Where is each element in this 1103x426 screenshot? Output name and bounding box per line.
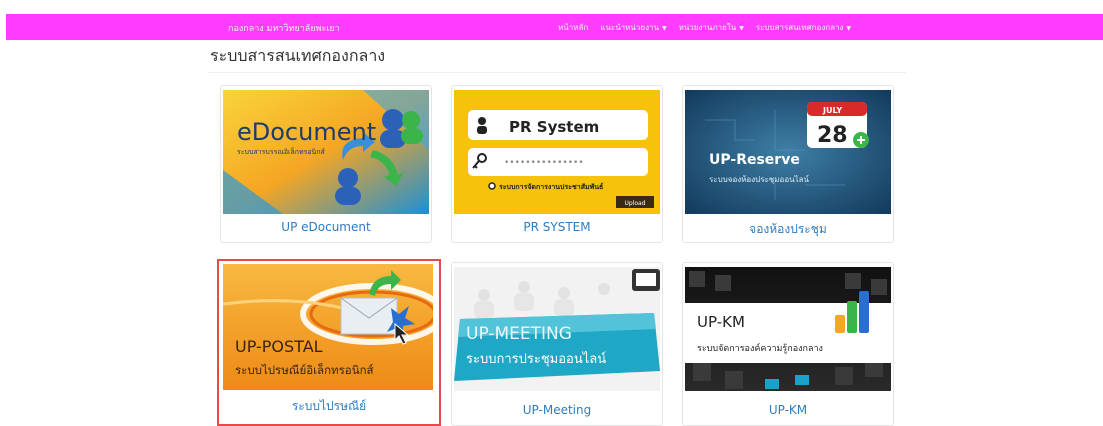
nav-item-label: หน้าหลัก <box>558 23 589 32</box>
nav-item-internal-units[interactable]: หน่วยงานภายใน ▼ <box>679 21 744 34</box>
divider <box>208 72 906 73</box>
password-mask: ••••••••••••••• <box>504 158 584 168</box>
card-label[interactable]: UP-Meeting <box>452 403 662 417</box>
calendar-icon: JULY 28 <box>807 102 869 148</box>
meeting-subtitle: ระบบการประชุมออนไลน์ <box>466 351 606 367</box>
up-reserve-thumbnail: JULY 28 UP-Reserve ระบบจองห้องประชุมออนไ… <box>685 90 891 214</box>
reserve-subtitle: ระบบจองห้องประชุมออนไลน์ <box>709 174 810 184</box>
card-label[interactable]: UP eDocument <box>221 220 431 234</box>
up-meeting-thumbnail: UP-MEETING ระบบการประชุมออนไลน์ <box>454 267 660 391</box>
edocument-thumbnail: eDocument ระบบสารบรรณอิเล็กทรอนิกส์ <box>223 90 429 214</box>
top-navbar: กองกลาง มหาวิทยาลัยพะเยา หน้าหลัก แนะนำห… <box>6 14 1103 40</box>
card-up-reserve[interactable]: JULY 28 UP-Reserve ระบบจองห้องประชุมออนไ… <box>682 85 894 243</box>
postal-subtitle: ระบบไปรษณีย์อิเล็กทรอนิกส์ <box>235 362 374 377</box>
pr-upload-button: Upload <box>624 200 645 207</box>
card-up-postal[interactable]: UP-POSTAL ระบบไปรษณีย์อิเล็กทรอนิกส์ ระบ… <box>217 259 441 426</box>
km-subtitle: ระบบจัดการองค์ความรู้กองกลาง <box>697 342 823 354</box>
navbar-menu: หน้าหลัก แนะนำหน่วยงาน ▼ หน่วยงานภายใน ▼ ร… <box>558 21 851 34</box>
nav-item-label: หน่วยงานภายใน <box>678 23 737 32</box>
reserve-heading: UP-Reserve <box>709 152 800 168</box>
edocument-heading: eDocument <box>237 118 376 146</box>
card-up-meeting[interactable]: UP-MEETING ระบบการประชุมออนไลน์ UP-Meeti… <box>451 262 663 426</box>
nav-item-label: ระบบสารสนเทศกองกลาง <box>755 23 844 32</box>
postal-heading: UP-POSTAL <box>235 337 323 356</box>
caret-down-icon: ▼ <box>846 25 851 32</box>
card-label[interactable]: ระบบไปรษณีย์ <box>219 397 439 416</box>
up-km-thumbnail: UP-KM ระบบจัดการองค์ความรู้กองกลาง <box>685 267 891 391</box>
laptop-icon <box>632 269 660 291</box>
edocument-subtitle: ระบบสารบรรณอิเล็กทรอนิกส์ <box>237 147 326 156</box>
pr-caption: ระบบการจัดการงานประชาสัมพันธ์ <box>499 182 603 191</box>
card-pr-system[interactable]: PR System ••••••••••••••• ระบบการจัดการง… <box>451 85 663 243</box>
calendar-month: JULY <box>822 106 842 115</box>
caret-down-icon: ▼ <box>661 25 667 32</box>
meeting-heading: UP-MEETING <box>466 324 572 344</box>
envelope-icon <box>340 297 398 335</box>
pr-heading: PR System <box>509 118 599 136</box>
nav-item-label: แนะนำหน่วยงาน <box>600 23 659 32</box>
card-edocument[interactable]: eDocument ระบบสารบรรณอิเล็กทรอนิกส์ UP e… <box>220 85 432 243</box>
caret-down-icon: ▼ <box>739 25 744 32</box>
nav-item-home[interactable]: หน้าหลัก <box>558 21 588 34</box>
card-label[interactable]: PR SYSTEM <box>452 220 662 234</box>
card-label[interactable]: UP-KM <box>683 403 893 417</box>
card-label[interactable]: จองห้องประชุม <box>683 220 893 239</box>
km-heading: UP-KM <box>697 313 745 331</box>
pr-system-thumbnail: PR System ••••••••••••••• ระบบการจัดการง… <box>454 90 660 214</box>
nav-item-info-systems[interactable]: ระบบสารสนเทศกองกลาง ▼ <box>756 21 851 34</box>
nav-item-about[interactable]: แนะนำหน่วยงาน ▼ <box>600 21 666 34</box>
navbar-brand[interactable]: กองกลาง มหาวิทยาลัยพะเยา <box>228 21 340 35</box>
card-up-km[interactable]: UP-KM ระบบจัดการองค์ความรู้กองกลาง UP-KM <box>682 262 894 426</box>
up-postal-thumbnail: UP-POSTAL ระบบไปรษณีย์อิเล็กทรอนิกส์ <box>223 264 433 390</box>
calendar-day: 28 <box>817 123 848 148</box>
page-title: ระบบสารสนเทศกองกลาง <box>210 46 386 65</box>
user-icon <box>478 117 486 125</box>
